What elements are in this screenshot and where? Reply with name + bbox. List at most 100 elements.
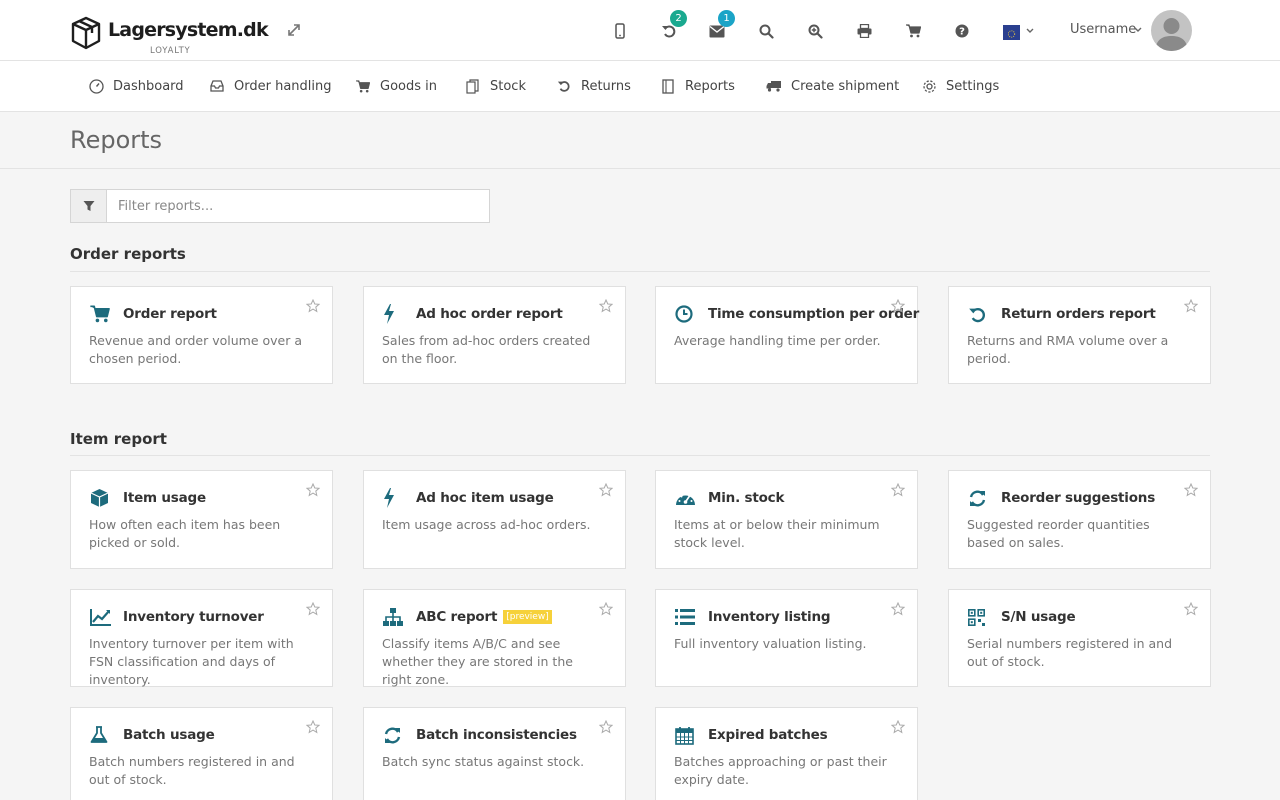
star-icon[interactable] [306,299,320,313]
returns-badge: 2 [670,10,687,27]
filter-addon [71,190,107,222]
card-title: Return orders report [1001,306,1156,322]
card-description: Returns and RMA volume over a period. [967,333,1169,366]
card-description: Batch sync status against stock. [382,754,585,769]
star-icon[interactable] [891,483,905,497]
filter-reports-input[interactable] [108,190,489,222]
nav-item-label: Reports [685,78,735,94]
report-card-batch-inconsistencies[interactable]: Batch inconsistencies Batch sync status … [363,707,626,800]
divider [70,455,1210,456]
list-icon [675,609,695,625]
card-description: How often each item has been picked or s… [89,517,281,550]
report-card-expired-batches[interactable]: Expired batches Batches approaching or p… [655,707,918,800]
card-title: Item usage [123,490,206,506]
sitemap-icon [383,608,403,626]
report-card-inventory-turnover[interactable]: Inventory turnover Inventory turnover pe… [70,589,333,687]
preview-badge: [preview] [503,610,552,624]
box-logo-icon [71,16,101,50]
report-card-order-report[interactable]: Order report Revenue and order volume ov… [70,286,333,384]
report-filter [70,189,490,223]
nav-item-reports[interactable]: Reports [660,61,735,111]
clock-icon [675,305,693,323]
help-button[interactable]: ? [949,18,975,44]
flask-icon [90,726,108,743]
nav-item-settings[interactable]: Settings [921,61,999,111]
messages-button[interactable]: 1 [704,10,735,44]
mobile-button[interactable] [607,18,633,44]
print-icon [857,24,871,38]
username-menu[interactable]: Username [1070,22,1136,37]
cart-button[interactable] [900,18,926,44]
star-icon[interactable] [599,720,613,734]
nav-item-order-handling[interactable]: Order handling [209,61,332,111]
star-icon[interactable] [306,720,320,734]
print-button[interactable] [851,18,877,44]
star-icon[interactable] [599,299,613,313]
card-title: Expired batches [708,727,828,743]
star-icon[interactable] [306,602,320,616]
card-description: Inventory turnover per item with FSN cla… [89,636,294,687]
messages-badge: 1 [718,10,735,27]
qrcode-icon [968,608,985,626]
nav-item-dashboard[interactable]: Dashboard [88,61,184,111]
report-card-inventory-listing[interactable]: Inventory listing Full inventory valuati… [655,589,918,687]
star-icon[interactable] [306,483,320,497]
star-icon[interactable] [1184,299,1198,313]
star-icon[interactable] [1184,602,1198,616]
brand-name: Lagersystem.dk [108,19,269,41]
refresh-icon [969,490,986,506]
brand-tagline: LOYALTY [150,46,191,56]
star-icon[interactable] [599,602,613,616]
svg-text:?: ? [959,27,965,38]
file-icon [662,78,674,94]
search-button[interactable] [753,18,779,44]
language-selector[interactable] [1003,23,1039,40]
nav-item-create-shipment[interactable]: Create shipment [766,61,899,111]
star-icon[interactable] [891,602,905,616]
brand-logo[interactable]: Lagersystem.dk LOYALTY [70,16,269,58]
report-card-min-stock[interactable]: Min. stock Items at or below their minim… [655,470,918,569]
bolt-icon [384,304,394,324]
avatar[interactable] [1151,10,1192,51]
expand-icon[interactable] [284,20,304,40]
card-description: Suggested reorder quantities based on sa… [967,517,1150,550]
card-title-text: ABC report [416,609,498,625]
card-title: Inventory listing [708,609,831,625]
nav-item-returns[interactable]: Returns [556,61,631,111]
report-card-item-usage[interactable]: Item usage How often each item has been … [70,470,333,569]
card-title: Ad hoc order report [416,306,563,322]
star-icon[interactable] [599,483,613,497]
report-card-sn-usage[interactable]: S/N usage Serial numbers registered in a… [948,589,1211,687]
report-card-ad-hoc-item-usage[interactable]: Ad hoc item usage Item usage across ad-h… [363,470,626,569]
card-description: Serial numbers registered in and out of … [967,636,1173,669]
zoom-button[interactable] [802,18,828,44]
gear-icon [922,79,936,93]
star-icon[interactable] [891,299,905,313]
card-title: Batch usage [123,727,215,743]
chevron-down-icon [1026,28,1034,33]
nav-item-label: Order handling [234,78,332,94]
nav-item-label: Goods in [380,78,437,94]
zoom-in-icon [808,24,823,39]
nav-item-goods-in[interactable]: Goods in [355,61,437,111]
report-card-return-orders[interactable]: Return orders report Returns and RMA vol… [948,286,1211,384]
card-description: Revenue and order volume over a chosen p… [89,333,302,366]
report-card-reorder-suggestions[interactable]: Reorder suggestions Suggested reorder qu… [948,470,1211,569]
divider [70,271,1210,272]
nav-item-stock[interactable]: Stock [465,61,526,111]
star-icon[interactable] [891,720,905,734]
page-title: Reports [70,126,163,154]
cart-icon [356,79,370,92]
report-card-time-consumption[interactable]: Time consumption per order Average handl… [655,286,919,384]
report-card-abc-report[interactable]: ABC report [preview] Classify items A/B/C… [363,589,626,687]
returns-notification-button[interactable]: 2 [656,10,687,44]
search-icon [759,24,774,39]
chevron-down-icon [1134,27,1142,32]
star-icon[interactable] [1184,483,1198,497]
report-card-batch-usage[interactable]: Batch usage Batch numbers registered in … [70,707,333,800]
card-description: Full inventory valuation listing. [674,636,867,651]
report-card-ad-hoc-order-report[interactable]: Ad hoc order report Sales from ad-hoc or… [363,286,626,384]
copy-icon [466,78,479,94]
card-title: Ad hoc item usage [416,490,554,506]
card-title: Reorder suggestions [1001,490,1156,506]
